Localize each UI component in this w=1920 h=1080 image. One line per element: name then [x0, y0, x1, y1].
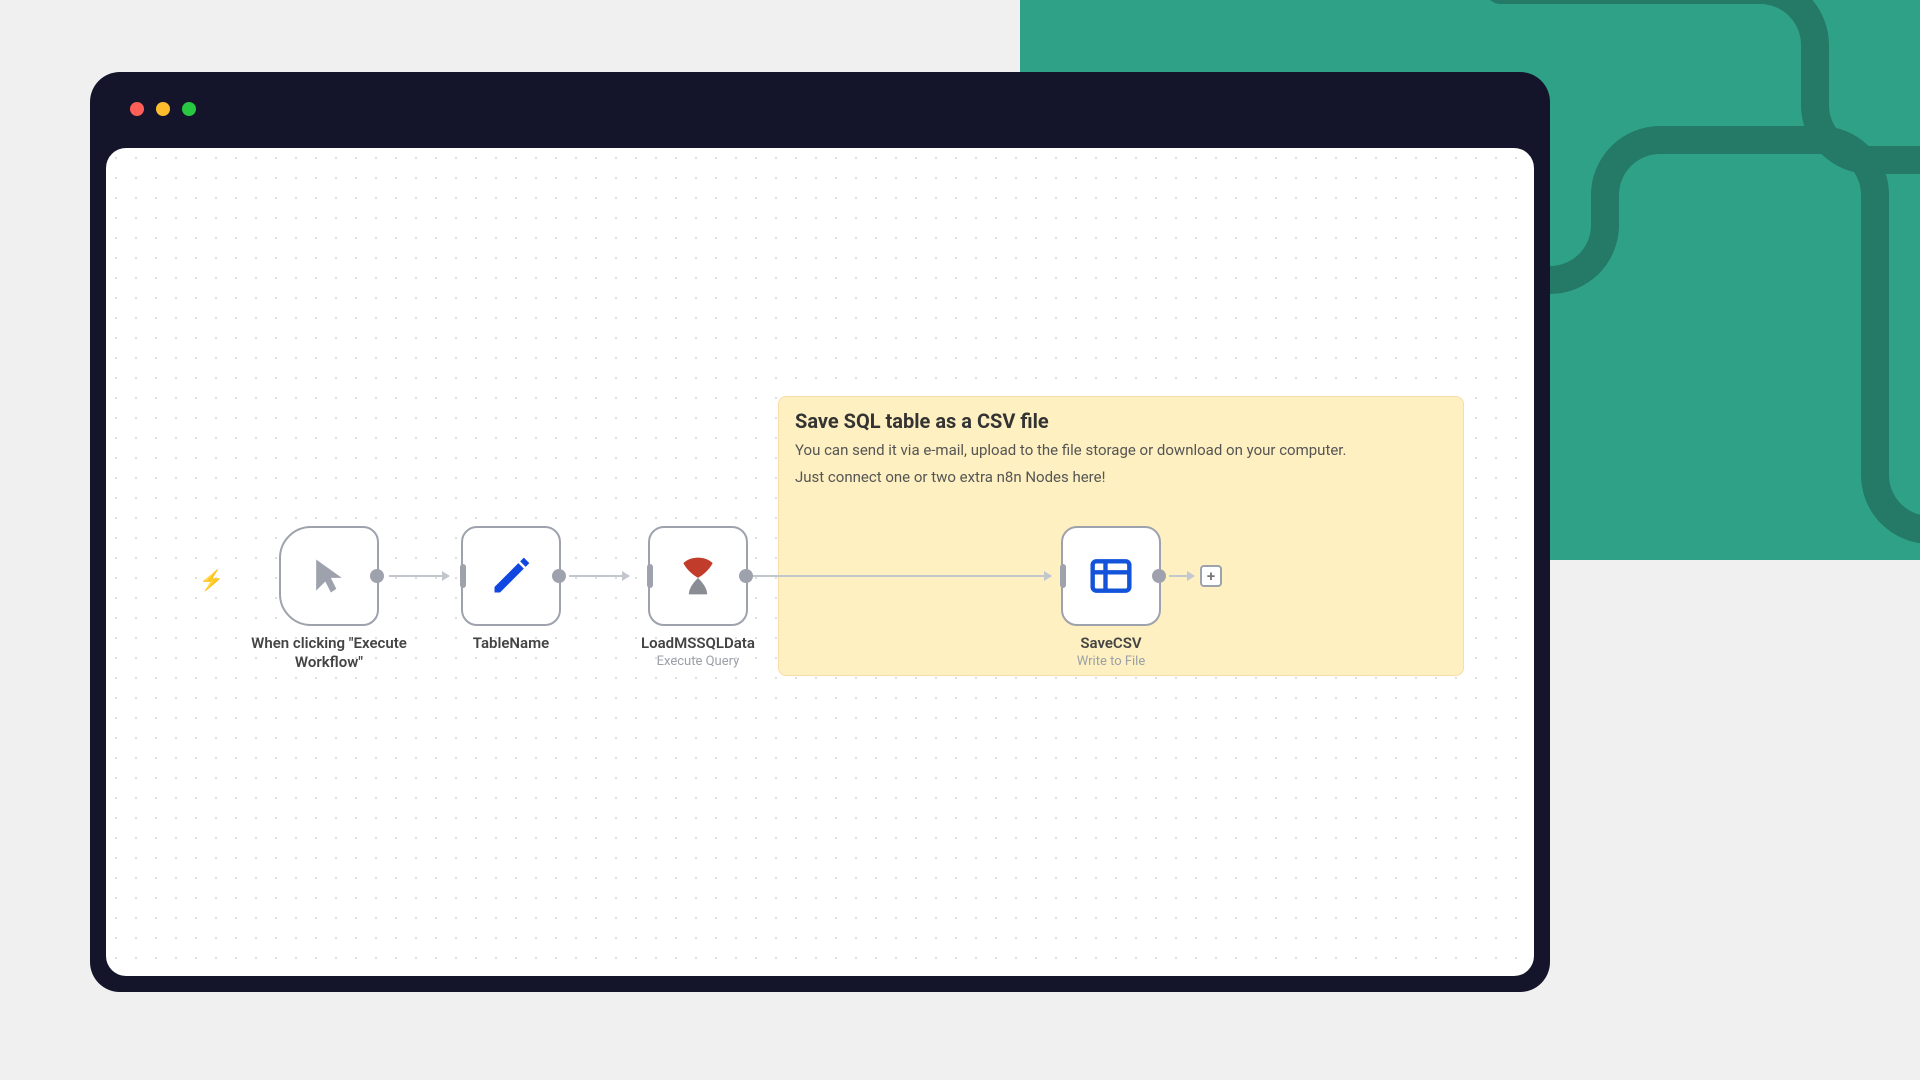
output-port[interactable]: [739, 569, 753, 583]
connector-mssql-csv[interactable]: [749, 575, 1051, 577]
node-subtitle: Execute Query: [657, 654, 740, 669]
node-box[interactable]: [279, 526, 379, 626]
node-title: SaveCSV: [1080, 634, 1141, 653]
node-box[interactable]: [1061, 526, 1161, 626]
output-port[interactable]: [552, 569, 566, 583]
add-node-button[interactable]: +: [1200, 565, 1222, 587]
node-tablename[interactable]: TableName: [461, 526, 561, 653]
connector-csv-add[interactable]: [1169, 575, 1194, 577]
connector-set-mssql[interactable]: [569, 575, 629, 577]
node-title: When clicking "Execute Workflow": [229, 634, 429, 672]
node-title: LoadMSSQLData: [641, 634, 755, 653]
close-icon[interactable]: [130, 102, 144, 116]
app-window: Save SQL table as a CSV file You can sen…: [90, 72, 1550, 992]
sticky-line1: You can send it via e-mail, upload to th…: [795, 439, 1447, 462]
output-port[interactable]: [370, 569, 384, 583]
node-title: TableName: [473, 634, 549, 653]
minimize-icon[interactable]: [156, 102, 170, 116]
input-port[interactable]: [1060, 564, 1066, 588]
node-box[interactable]: [461, 526, 561, 626]
window-controls: [130, 102, 196, 116]
pencil-icon: [489, 554, 533, 598]
spreadsheet-icon: [1089, 554, 1133, 598]
workflow-canvas[interactable]: Save SQL table as a CSV file You can sen…: [106, 148, 1534, 976]
node-manual-trigger[interactable]: ⚡ When clicking "Execute Workflow": [229, 526, 429, 672]
sticky-title: Save SQL table as a CSV file: [795, 409, 1447, 433]
node-loadmssqldata[interactable]: LoadMSSQLData Execute Query: [641, 526, 755, 669]
maximize-icon[interactable]: [182, 102, 196, 116]
node-subtitle: Write to File: [1077, 654, 1146, 669]
input-port[interactable]: [460, 564, 466, 588]
mssql-icon: [676, 554, 720, 598]
cursor-icon: [307, 554, 351, 598]
output-port[interactable]: [1152, 569, 1166, 583]
sticky-line2: Just connect one or two extra n8n Nodes …: [795, 466, 1447, 489]
node-box[interactable]: [648, 526, 748, 626]
input-port[interactable]: [647, 564, 653, 588]
bolt-icon: ⚡: [199, 568, 224, 592]
node-savecsv[interactable]: SaveCSV Write to File: [1061, 526, 1161, 669]
